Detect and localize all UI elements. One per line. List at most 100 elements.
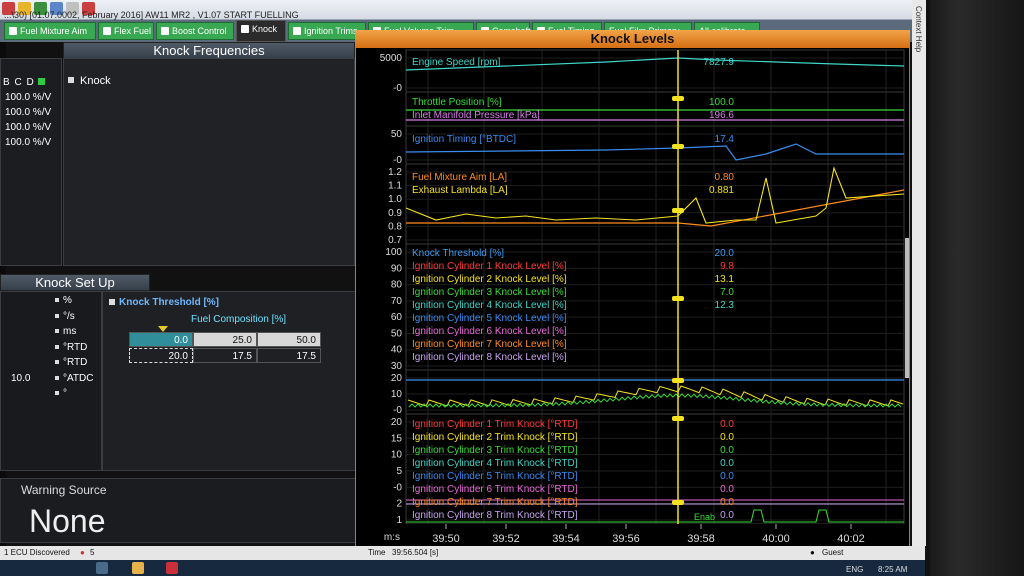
status-dot-icon [38, 78, 46, 85]
taskbar-app-icon[interactable] [96, 562, 108, 574]
tab-knock[interactable]: Knock [236, 20, 286, 42]
graph-pane [405, 125, 905, 165]
axis-tick-label: 80 [391, 280, 403, 291]
freq-row[interactable]: 100.0 %/V [1, 118, 61, 133]
time-label: Time [368, 548, 386, 557]
time-tick-label: 40:02 [837, 533, 865, 545]
time-tick-label: 40:00 [762, 533, 790, 545]
setup-param-row[interactable]: °RTD [1, 354, 101, 370]
knock-threshold-item[interactable]: Knock Threshold [%] [109, 297, 219, 308]
channel-value: 12.3 [715, 300, 735, 311]
channel-value: 0.0 [720, 445, 734, 456]
axis-tick-label: 60 [391, 312, 403, 323]
app-icon[interactable] [166, 562, 178, 574]
taskbar: ENG 8:25 AM [0, 560, 925, 576]
channel-value: 0.0 [720, 458, 734, 469]
bullet-icon [55, 298, 59, 302]
language-indicator[interactable]: ENG [846, 565, 863, 574]
user-label: Guest [822, 548, 844, 557]
channel-label: Ignition Timing [°BTDC] [412, 134, 516, 145]
channel-value: 0.0 [720, 419, 734, 430]
context-help-tab[interactable]: Context Help [912, 0, 926, 546]
axis-tick-label: 10 [391, 389, 403, 400]
bullet-icon [55, 375, 59, 380]
knock-levels-title: Knock Levels [590, 31, 675, 46]
cursor-marker-icon [672, 500, 684, 505]
time-graph[interactable]: 5000-050-01.21.11.00.90.80.7100908070605… [356, 48, 909, 548]
freq-row[interactable]: 100.0 %/V [1, 88, 61, 103]
warning-source-value: None [29, 503, 106, 539]
knock-frequencies-sidebar: B C D 100.0 %/V 100.0 %/V 100.0 %/V 100.… [0, 58, 62, 266]
tab-label: Fuel Mixture Aim [20, 26, 88, 36]
tab-label: Ignition Trims [304, 26, 358, 36]
channel-value: 0.0 [720, 510, 734, 521]
axis-tick-label: -0 [393, 482, 402, 493]
tab-icon [293, 27, 301, 35]
title-bar: ...\30) [01.07.0002, February 2016] AW11… [0, 0, 925, 20]
knock-frequencies-header: Knock Frequencies [63, 42, 355, 59]
channel-label: Ignition Cylinder 2 Trim Knock [°RTD] [412, 432, 578, 443]
axis-tick-label: 50 [391, 129, 403, 140]
time-tick-label: 39:56 [612, 533, 640, 545]
warning-source-panel: Warning Source None [0, 478, 358, 543]
axis-tick-label: 90 [391, 263, 403, 274]
tree-item-knock[interactable]: Knock [68, 75, 111, 87]
tab-flex-fuel[interactable]: Flex Fuel [98, 22, 154, 40]
setup-param-row[interactable]: °/s [1, 308, 101, 324]
setup-param-row[interactable]: 10.0 °ATDC [1, 370, 101, 386]
tab-label: Boost Control [172, 26, 227, 36]
axis-tick-label: 5000 [380, 53, 403, 64]
channel-label: Fuel Mixture Aim [LA] [412, 172, 507, 183]
scrollbar-thumb[interactable] [905, 238, 909, 378]
clock[interactable]: 8:25 AM [878, 565, 907, 574]
table-cell[interactable]: 20.0 [129, 348, 193, 363]
setup-param-row[interactable]: ms [1, 323, 101, 339]
axis-tick-label: 0.8 [388, 221, 402, 232]
folder-icon[interactable] [132, 562, 144, 574]
tab-fuel-mixture-aim[interactable]: Fuel Mixture Aim [4, 22, 96, 40]
error-count: 5 [90, 548, 95, 557]
tab-icon [9, 27, 17, 35]
channel-value: 7.0 [720, 287, 734, 298]
channel-label: Ignition Cylinder 4 Trim Knock [°RTD] [412, 458, 578, 469]
fuel-composition-label: Fuel Composition [%] [191, 314, 287, 325]
tab-boost-control[interactable]: Boost Control [156, 22, 234, 40]
knock-frequencies-title: Knock Frequencies [153, 43, 265, 58]
table-header-cell[interactable]: 0.0 [129, 332, 193, 347]
table-header-cell[interactable]: 25.0 [193, 332, 257, 347]
status-bar: 1 ECU Discovered ● 5 Time 39:56.504 [s] … [0, 546, 925, 560]
channel-label: Ignition Cylinder 5 Trim Knock [°RTD] [412, 471, 578, 482]
cursor-marker-icon [672, 96, 684, 101]
channel-value: 100.0 [709, 97, 734, 108]
freq-row[interactable]: 100.0 %/V [1, 103, 61, 118]
channel-label: Ignition Cylinder 8 Knock Level [%] [412, 352, 567, 363]
setup-param-unit: % [63, 295, 72, 306]
table-cell[interactable]: 17.5 [193, 348, 257, 363]
axis-tick-label: -0 [393, 405, 402, 416]
error-icon[interactable]: ● [80, 548, 85, 557]
expand-icon[interactable] [68, 77, 74, 83]
knock-levels-graph[interactable]: 5000 -0 50 -0 1.2 1.1 1.0 0.9 0.8 0.7 100 90 80 70 60 5… [355, 48, 910, 548]
setup-param-row[interactable]: % [1, 292, 101, 308]
time-axis-unit: m:s [384, 532, 400, 543]
setup-param-row[interactable]: ° [1, 385, 101, 401]
channel-label: Ignition Cylinder 6 Trim Knock [°RTD] [412, 484, 578, 495]
setup-param-row[interactable]: °RTD [1, 339, 101, 355]
table-cell[interactable]: 17.5 [257, 348, 321, 363]
channel-label: Ignition Cylinder 8 Trim Knock [°RTD] [412, 510, 578, 521]
expand-icon[interactable] [109, 299, 115, 305]
setup-param-unit: ° [63, 388, 67, 399]
context-help-label: Context Help [914, 6, 923, 53]
axis-tick-label: -0 [393, 155, 402, 166]
axis-tick-label: 20 [391, 417, 403, 428]
tab-icon [161, 27, 169, 35]
knock-setup-table: Knock Threshold [%] Fuel Composition [%]… [102, 291, 358, 471]
channel-label: Ignition Cylinder 3 Trim Knock [°RTD] [412, 445, 578, 456]
cursor-marker-icon [672, 378, 684, 383]
axis-tick-label: 10 [391, 450, 403, 461]
time-value: 39:56.504 [s] [392, 548, 439, 557]
freq-row[interactable]: 100.0 %/V [1, 133, 61, 148]
axis-tick-label: 20 [391, 373, 403, 384]
table-header-cell[interactable]: 50.0 [257, 332, 321, 347]
axis-tick-label: 40 [391, 345, 403, 356]
